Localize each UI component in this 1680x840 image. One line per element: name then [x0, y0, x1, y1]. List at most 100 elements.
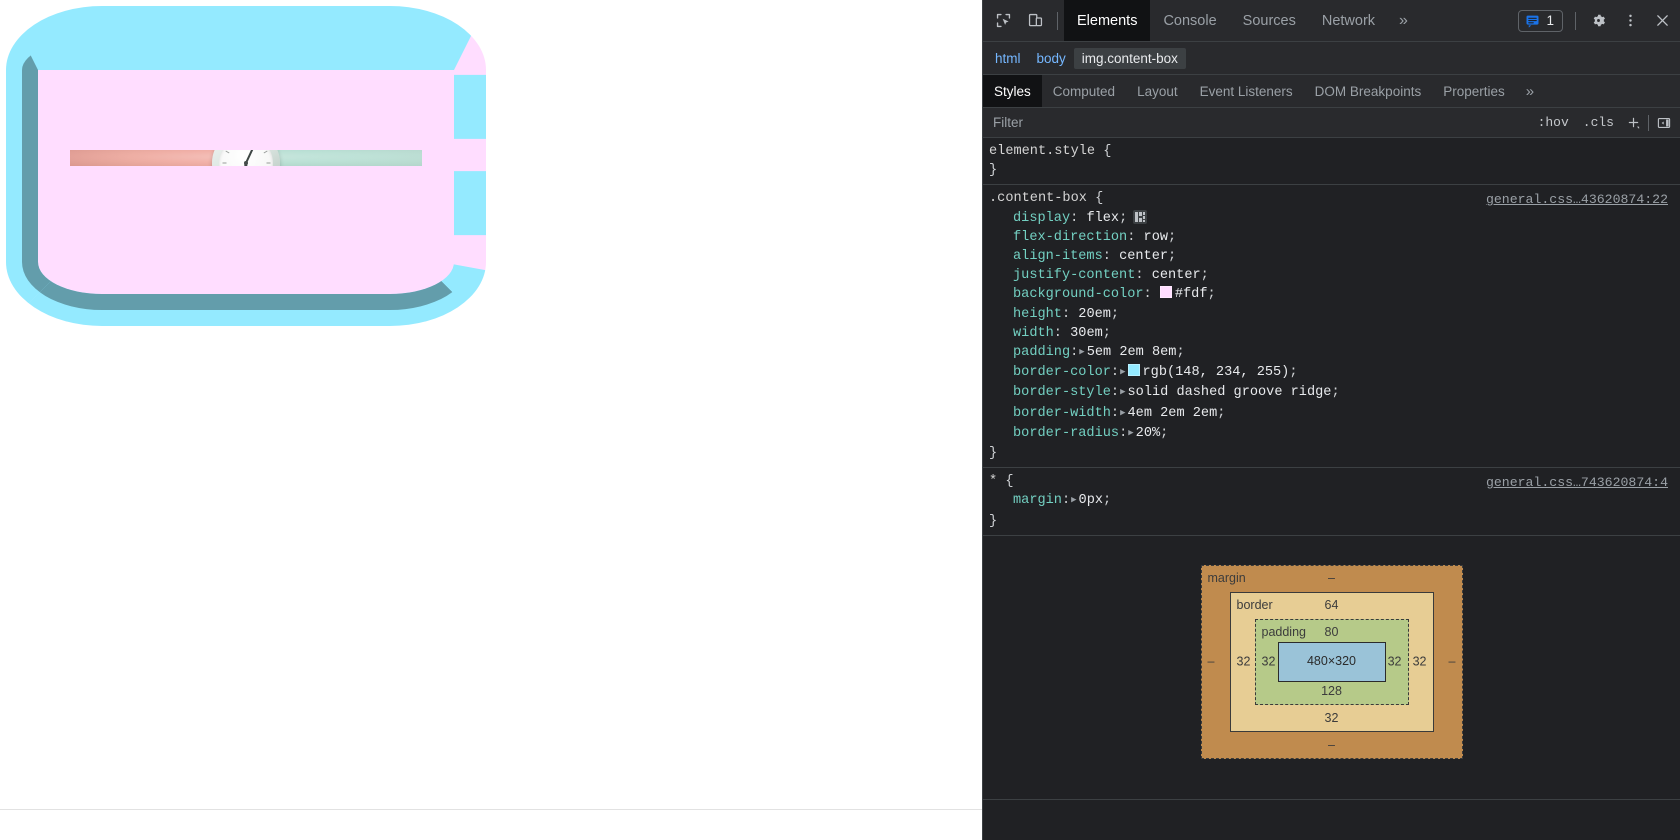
expand-triangle-icon[interactable]: ▶: [1120, 383, 1125, 402]
property-value[interactable]: rgb(148, 234, 255): [1143, 365, 1290, 380]
clock-case: [212, 150, 280, 166]
property-value[interactable]: 4em 2em 2em: [1128, 406, 1218, 421]
declaration-flex-direction[interactable]: flex-direction: row;: [989, 228, 1680, 247]
breadcrumb-item-img-content-box[interactable]: img.content-box: [1073, 47, 1186, 69]
property-value[interactable]: solid dashed groove ridge: [1128, 385, 1332, 400]
tab-computed[interactable]: Computed: [1042, 75, 1126, 107]
color-swatch[interactable]: [1159, 286, 1172, 299]
border-bottom-value[interactable]: 32: [1231, 709, 1433, 728]
property-value[interactable]: 20em: [1078, 307, 1111, 322]
tab-layout[interactable]: Layout: [1126, 75, 1189, 107]
more-tabs-label: »: [1399, 11, 1408, 29]
declaration-display[interactable]: display: flex;: [989, 209, 1680, 228]
rule-source-link[interactable]: general.css…743620874:4: [1486, 473, 1668, 492]
more-sidebar-tabs-button[interactable]: »: [1516, 75, 1544, 107]
device-toggle-icon[interactable]: [1020, 6, 1050, 36]
toolbar-divider: [1057, 11, 1058, 30]
rule-universal[interactable]: general.css…743620874:4 * { margin:▶ 0px;…: [983, 468, 1680, 536]
padding-bottom-value[interactable]: 128: [1256, 682, 1408, 701]
issues-badge[interactable]: 1: [1518, 9, 1563, 32]
tab-styles-label: Styles: [994, 83, 1031, 99]
tab-console-label: Console: [1163, 12, 1217, 29]
expand-triangle-icon[interactable]: ▶: [1071, 491, 1076, 510]
box-model-content[interactable]: 480×320: [1277, 642, 1386, 682]
color-swatch[interactable]: [1127, 364, 1140, 377]
toggle-right-panel-icon[interactable]: [1652, 111, 1676, 135]
declaration-border-style[interactable]: border-style:▶ solid dashed groove ridge;: [989, 383, 1680, 403]
inspected-content-box-element[interactable]: [6, 6, 486, 326]
property-value[interactable]: 5em 2em 8em: [1087, 345, 1177, 360]
margin-bottom-value[interactable]: –: [1202, 736, 1462, 755]
more-tabs-button[interactable]: »: [1388, 0, 1419, 41]
styles-sidebar-tabs: Styles Computed Layout Event Listeners D…: [983, 75, 1680, 108]
tab-network[interactable]: Network: [1309, 0, 1388, 41]
kebab-menu-icon[interactable]: [1615, 6, 1645, 36]
rule-selector[interactable]: .content-box: [989, 191, 1087, 206]
padding-left-value[interactable]: 32: [1262, 652, 1276, 671]
property-value[interactable]: row: [1144, 230, 1168, 245]
tab-elements-label: Elements: [1077, 12, 1138, 29]
declaration-height[interactable]: height: 20em;: [989, 305, 1680, 324]
property-value[interactable]: #fdf: [1175, 287, 1208, 302]
property-value[interactable]: flex: [1086, 211, 1119, 226]
tab-elements[interactable]: Elements: [1064, 0, 1151, 41]
declaration-padding[interactable]: padding:▶ 5em 2em 8em;: [989, 343, 1680, 363]
rule-close-brace: }: [989, 446, 998, 462]
margin-right-value[interactable]: –: [1449, 652, 1456, 671]
rule-source-link[interactable]: general.css…43620874:22: [1486, 190, 1668, 209]
more-sidebar-tabs-label: »: [1525, 82, 1535, 100]
breadcrumb-item-body[interactable]: body: [1029, 48, 1074, 69]
tab-dom-breakpoints[interactable]: DOM Breakpoints: [1304, 75, 1433, 107]
new-style-rule-button[interactable]: [1621, 111, 1645, 135]
expand-triangle-icon[interactable]: ▶: [1079, 343, 1084, 362]
declaration-align-items[interactable]: align-items: center;: [989, 247, 1680, 266]
property-value[interactable]: center: [1119, 249, 1168, 264]
inspect-cursor-icon[interactable]: [988, 6, 1018, 36]
declaration-border-radius[interactable]: border-radius:▶ 20%;: [989, 424, 1680, 444]
box-model-padding[interactable]: padding 80 128 32 32 480×320: [1254, 619, 1409, 705]
tab-console[interactable]: Console: [1150, 0, 1229, 41]
box-model-margin[interactable]: margin – – – – border 64 32 32 32 paddin…: [1200, 565, 1463, 759]
filterbar-divider: [1648, 114, 1649, 131]
alarm-clock-icon: [209, 150, 283, 166]
content-size-value[interactable]: 480×320: [1307, 652, 1356, 671]
declaration-border-width[interactable]: border-width:▶ 4em 2em 2em;: [989, 404, 1680, 424]
property-value[interactable]: 30em: [1070, 326, 1103, 341]
border-right-value[interactable]: 32: [1413, 652, 1427, 671]
tab-event-listeners[interactable]: Event Listeners: [1189, 75, 1304, 107]
border-top-value[interactable]: 64: [1231, 596, 1433, 615]
border-left-value[interactable]: 32: [1237, 652, 1251, 671]
tab-properties[interactable]: Properties: [1432, 75, 1516, 107]
declaration-background-color[interactable]: background-color: #fdf;: [989, 285, 1680, 304]
tab-styles[interactable]: Styles: [983, 75, 1042, 107]
rule-selector[interactable]: *: [989, 474, 997, 489]
property-value[interactable]: 20%: [1136, 426, 1160, 441]
tab-sources[interactable]: Sources: [1230, 0, 1309, 41]
declaration-justify-content[interactable]: justify-content: center;: [989, 266, 1680, 285]
property-value[interactable]: 0px: [1079, 493, 1103, 508]
margin-top-value[interactable]: –: [1202, 569, 1462, 588]
padding-top-value[interactable]: 80: [1256, 623, 1408, 642]
declaration-width[interactable]: width: 30em;: [989, 324, 1680, 343]
margin-left-value[interactable]: –: [1208, 652, 1215, 671]
rule-content-box[interactable]: general.css…43620874:22 .content-box { d…: [983, 185, 1680, 469]
hov-toggle[interactable]: :hov: [1531, 115, 1576, 130]
cls-toggle[interactable]: .cls: [1576, 115, 1621, 130]
expand-triangle-icon[interactable]: ▶: [1120, 404, 1125, 423]
expand-triangle-icon[interactable]: ▶: [1128, 424, 1133, 443]
flex-badge-icon[interactable]: [1133, 209, 1148, 224]
property-name: background-color: [1013, 287, 1144, 303]
close-icon[interactable]: [1647, 6, 1677, 36]
rule-selector[interactable]: element.style: [989, 144, 1095, 159]
filter-input[interactable]: [983, 107, 1531, 138]
padding-right-value[interactable]: 32: [1388, 652, 1402, 671]
declaration-margin[interactable]: margin:▶ 0px;: [989, 491, 1680, 511]
box-model-border[interactable]: border 64 32 32 32 padding 80 128 32 32: [1229, 592, 1434, 732]
gear-icon[interactable]: [1583, 6, 1613, 36]
property-value[interactable]: center: [1152, 268, 1201, 283]
declaration-border-color[interactable]: border-color:▶ rgb(148, 234, 255);: [989, 363, 1680, 383]
expand-triangle-icon[interactable]: ▶: [1120, 363, 1125, 382]
tab-network-label: Network: [1321, 12, 1376, 29]
rule-element-style[interactable]: element.style { }: [983, 138, 1680, 186]
breadcrumb-item-html[interactable]: html: [987, 48, 1029, 69]
